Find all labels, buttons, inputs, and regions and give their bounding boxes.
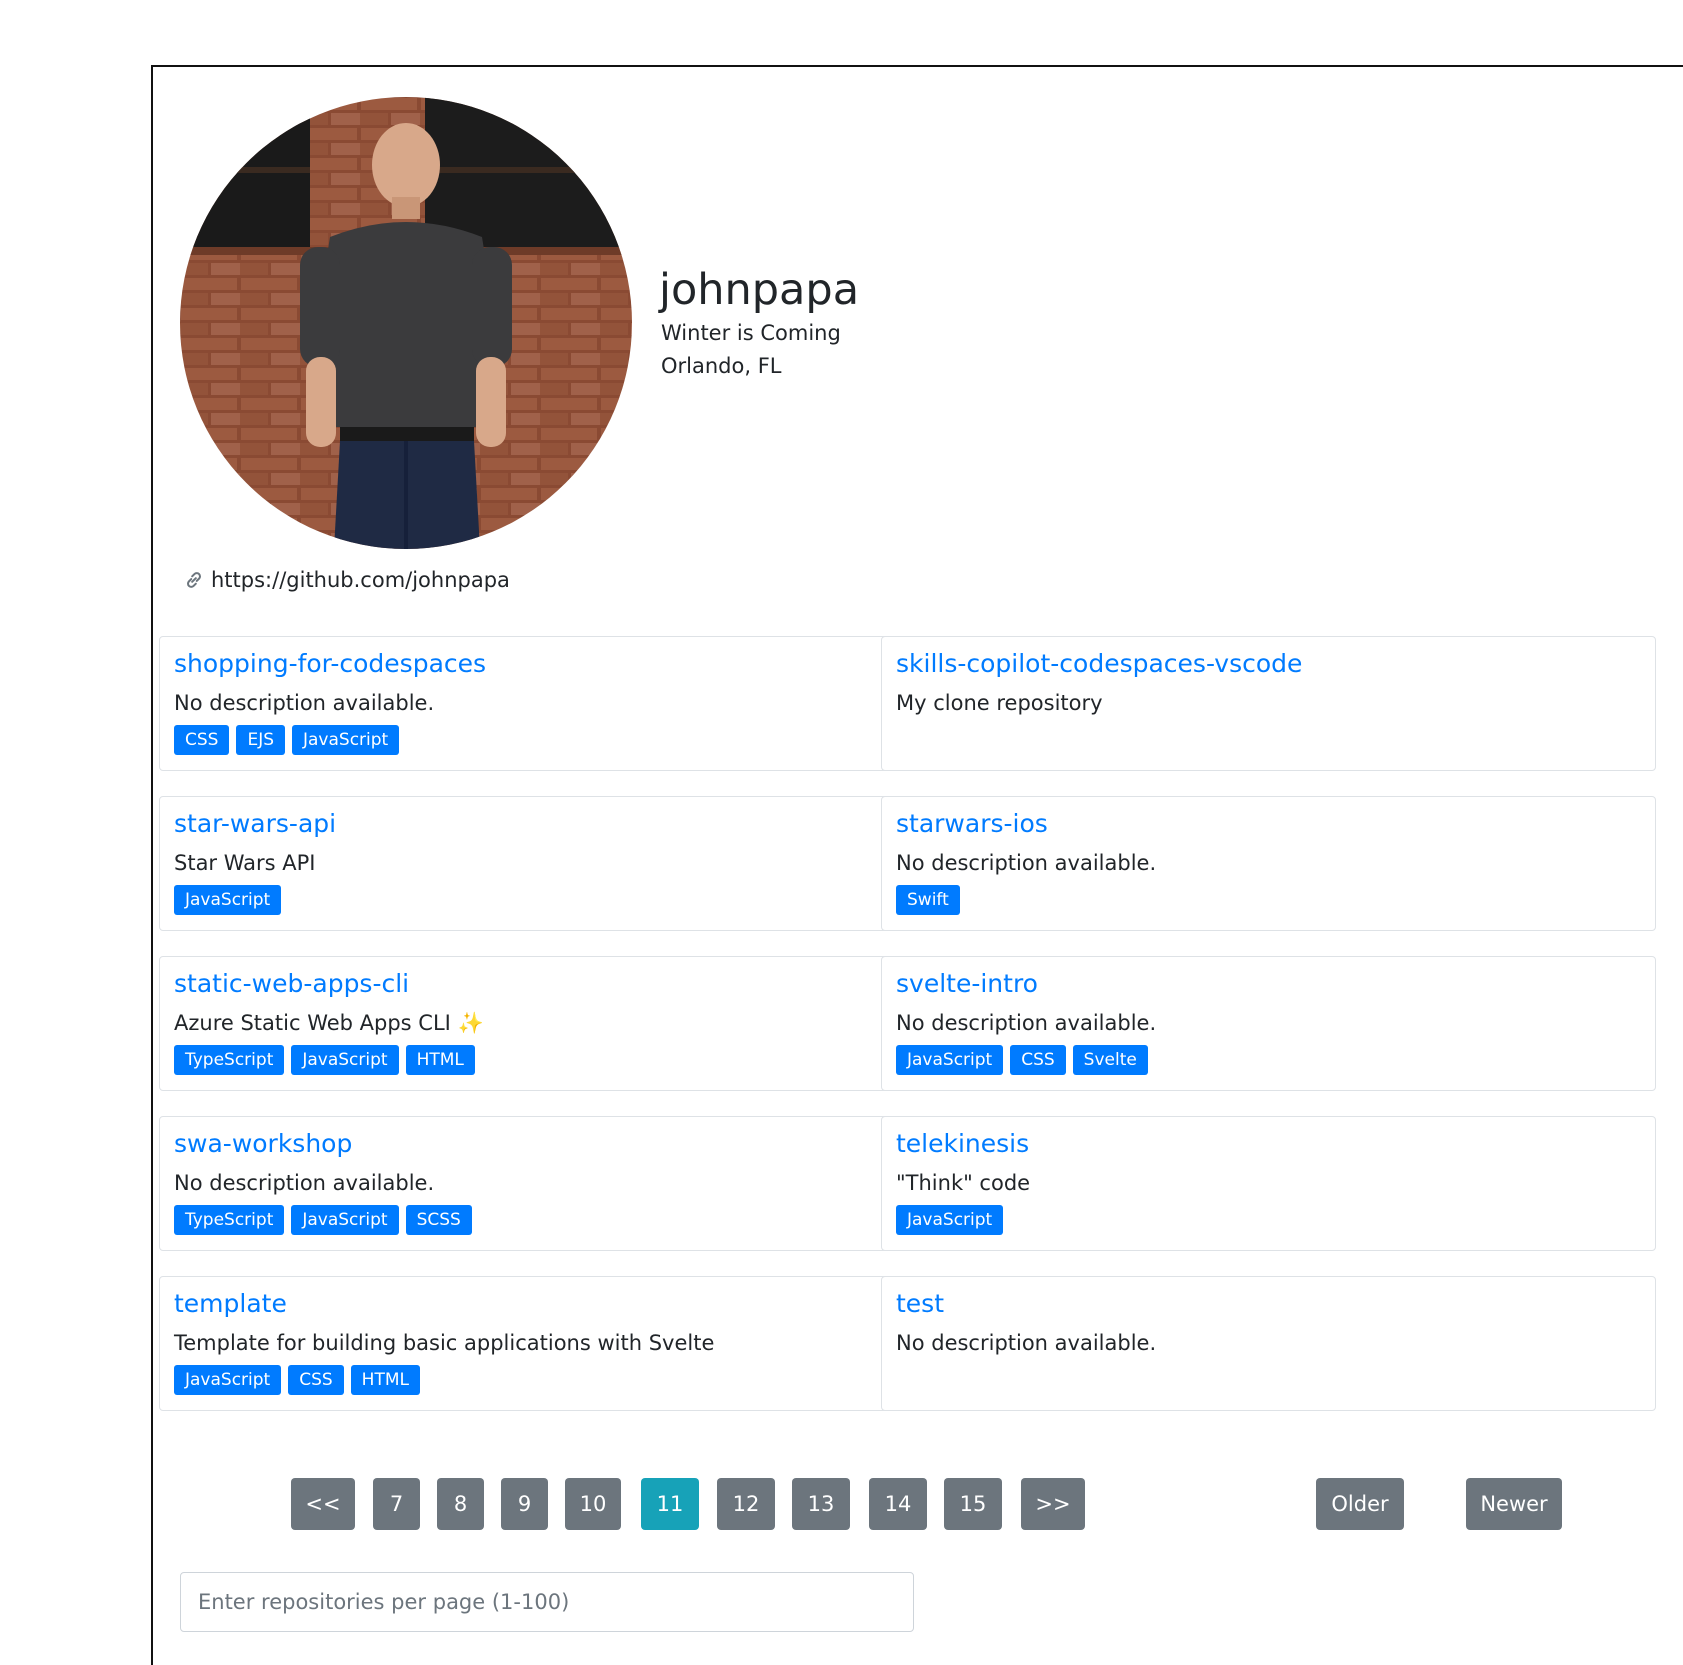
profile-location: Orlando, FL xyxy=(661,354,782,378)
language-badge: Svelte xyxy=(1072,1045,1148,1075)
per-page-input[interactable] xyxy=(180,1572,914,1632)
repo-description: "Think" code xyxy=(896,1171,1031,1195)
language-badge: TypeScript xyxy=(174,1045,285,1075)
repo-title-link[interactable]: swa-workshop xyxy=(174,1127,352,1161)
repo-card: starwars-ios No description available. Swi… xyxy=(881,796,1656,931)
repo-title-link[interactable]: static-web-apps-cli xyxy=(174,967,409,1001)
page-button-7[interactable]: 7 xyxy=(373,1478,420,1530)
repo-card: star-wars-api Star Wars API JavaScript xyxy=(159,796,934,931)
language-badge: CSS xyxy=(1010,1045,1066,1075)
profile-bio: Winter is Coming xyxy=(661,321,841,345)
repo-card: svelte-intro No description available. Jav… xyxy=(881,956,1656,1091)
older-button[interactable]: Older xyxy=(1316,1478,1404,1530)
repo-title-link[interactable]: shopping-for-codespaces xyxy=(174,647,486,681)
page-button-15[interactable]: 15 xyxy=(944,1478,1002,1530)
repo-description: Azure Static Web Apps CLI ✨ xyxy=(174,1011,484,1035)
language-badge: Swift xyxy=(896,885,960,915)
repo-tags: JavaScript CSS Svelte xyxy=(896,1045,1148,1075)
profile-name: johnpapa xyxy=(659,265,860,315)
repo-card: static-web-apps-cli Azure Static Web Apps… xyxy=(159,956,934,1091)
repo-card: shopping-for-codespaces No description av… xyxy=(159,636,934,771)
language-badge: JavaScript xyxy=(291,1205,399,1235)
repo-title-link[interactable]: test xyxy=(896,1287,944,1321)
language-badge: JavaScript xyxy=(174,1365,282,1395)
repo-tags: Swift xyxy=(896,885,960,915)
repo-tags: JavaScript xyxy=(896,1205,1004,1235)
repo-description: Template for building basic applications… xyxy=(174,1331,715,1355)
last-page-button[interactable]: >> xyxy=(1021,1478,1085,1530)
repo-card: test No description available. xyxy=(881,1276,1656,1411)
repo-description: No description available. xyxy=(174,691,435,715)
repo-card: telekinesis "Think" code JavaScript xyxy=(881,1116,1656,1251)
avatar xyxy=(180,97,632,549)
repo-card: swa-workshop No description available. Typ… xyxy=(159,1116,934,1251)
repo-title-link[interactable]: starwars-ios xyxy=(896,807,1048,841)
language-badge: JavaScript xyxy=(896,1205,1004,1235)
avatar-photo xyxy=(180,97,632,549)
page-button-14[interactable]: 14 xyxy=(869,1478,927,1530)
language-badge: TypeScript xyxy=(174,1205,285,1235)
page-button-10[interactable]: 10 xyxy=(565,1478,621,1530)
repo-tags: CSS EJS JavaScript xyxy=(174,725,400,755)
language-badge: SCSS xyxy=(405,1205,472,1235)
repo-tags: JavaScript CSS HTML xyxy=(174,1365,420,1395)
first-page-button[interactable]: << xyxy=(291,1478,355,1530)
repo-description: No description available. xyxy=(174,1171,435,1195)
repo-tags: TypeScript JavaScript SCSS xyxy=(174,1205,472,1235)
page-button-8[interactable]: 8 xyxy=(437,1478,484,1530)
repo-title-link[interactable]: template xyxy=(174,1287,287,1321)
repo-title-link[interactable]: telekinesis xyxy=(896,1127,1029,1161)
profile-url[interactable]: https://github.com/johnpapa xyxy=(211,565,510,595)
language-badge: CSS xyxy=(174,725,230,755)
language-badge: JavaScript xyxy=(174,885,282,915)
language-badge: HTML xyxy=(405,1045,475,1075)
language-badge: JavaScript xyxy=(896,1045,1004,1075)
link-icon xyxy=(187,572,201,588)
language-badge: CSS xyxy=(288,1365,344,1395)
page-button-13[interactable]: 13 xyxy=(792,1478,850,1530)
repo-title-link[interactable]: svelte-intro xyxy=(896,967,1038,1001)
repo-description: No description available. xyxy=(896,1011,1157,1035)
repo-description: My clone repository xyxy=(896,691,1103,715)
newer-button[interactable]: Newer xyxy=(1466,1478,1562,1530)
repo-card: template Template for building basic appl… xyxy=(159,1276,934,1411)
repo-tags: TypeScript JavaScript HTML xyxy=(174,1045,475,1075)
profile-link[interactable]: https://github.com/johnpapa xyxy=(183,565,510,595)
language-badge: HTML xyxy=(350,1365,420,1395)
language-badge: JavaScript xyxy=(292,725,400,755)
repo-tags: JavaScript xyxy=(174,885,282,915)
page-button-9[interactable]: 9 xyxy=(501,1478,548,1530)
repo-card: skills-copilot-codespaces-vscode My clone… xyxy=(881,636,1656,771)
repo-description: No description available. xyxy=(896,1331,1157,1355)
repo-title-link[interactable]: skills-copilot-codespaces-vscode xyxy=(896,647,1302,681)
repo-description: Star Wars API xyxy=(174,851,316,875)
repo-title-link[interactable]: star-wars-api xyxy=(174,807,336,841)
page-button-12[interactable]: 12 xyxy=(717,1478,775,1530)
language-badge: JavaScript xyxy=(291,1045,399,1075)
repo-description: No description available. xyxy=(896,851,1157,875)
language-badge: EJS xyxy=(236,725,285,755)
page-button-11[interactable]: 11 xyxy=(641,1478,699,1530)
